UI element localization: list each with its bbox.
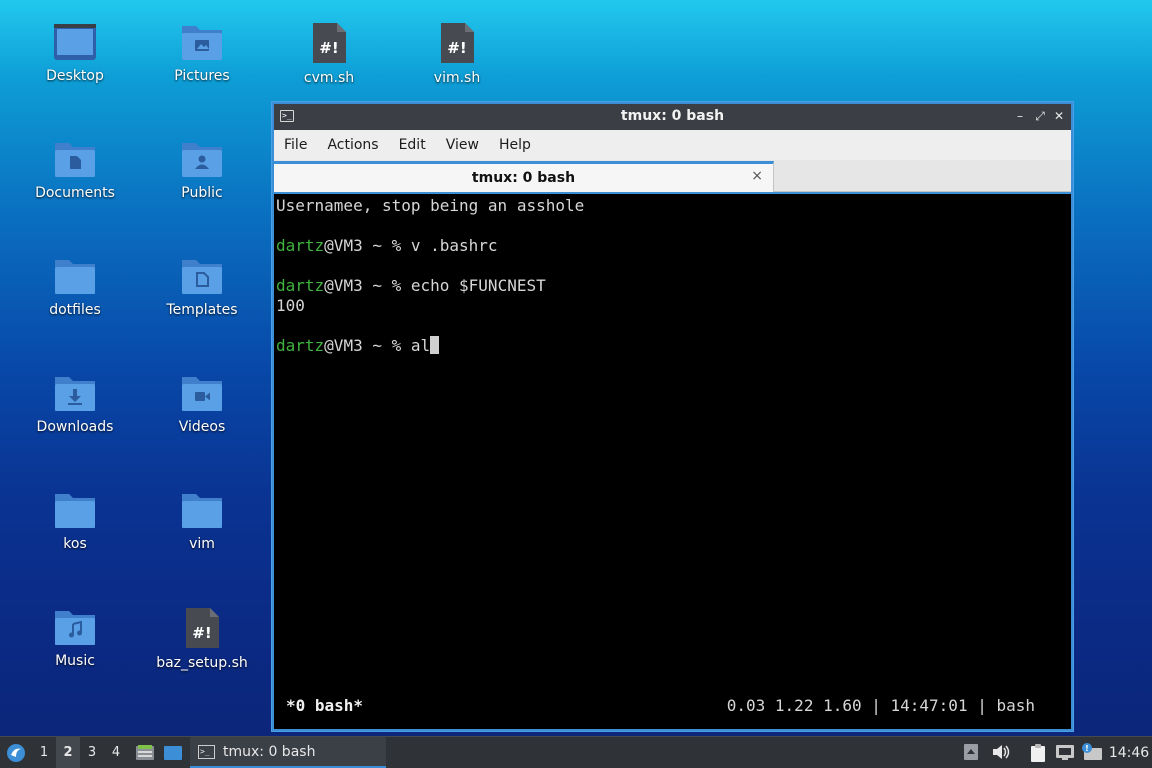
text-cursor — [430, 336, 440, 354]
taskbar: 1 2 3 4 >_ tmux: 0 bash ! 14:46 — [0, 736, 1152, 768]
terminal-line: dartz@VM3 ~ % v .bashrc — [276, 236, 498, 256]
desktop-icon-kos[interactable]: kos — [16, 490, 134, 552]
desktop-icon-vim-sh[interactable]: #! vim.sh — [398, 22, 516, 86]
script-file-icon: #! — [313, 23, 346, 63]
templates-folder-icon — [182, 260, 222, 294]
desktop-icon-public[interactable]: Public — [143, 139, 261, 201]
terminal-text: Usernamee, stop being an asshole — [276, 196, 585, 215]
network-icon[interactable] — [1055, 743, 1075, 761]
tmux-status-left: *0 bash* — [286, 696, 364, 715]
desktop-icon-pictures[interactable]: Pictures — [143, 22, 261, 84]
desktop-icon-label: vim.sh — [433, 70, 481, 86]
desktop-icon-desktop[interactable]: Desktop — [16, 22, 134, 84]
desktop-icon-label: Pictures — [174, 68, 230, 84]
workspace-4[interactable]: 4 — [104, 737, 128, 768]
clock[interactable]: 14:46 — [1108, 737, 1150, 768]
desktop-icon-downloads[interactable]: Downloads — [16, 373, 134, 435]
maximize-button[interactable]: ⤢ — [1031, 107, 1049, 125]
show-desktop-icon — [164, 745, 182, 760]
pictures-folder-icon — [182, 26, 222, 60]
prompt-command: @VM3 ~ % v .bashrc — [324, 236, 498, 255]
volume-icon[interactable] — [991, 743, 1011, 761]
tab-tmux-bash[interactable]: tmux: 0 bash × — [274, 161, 774, 192]
lxqt-logo-icon — [7, 743, 25, 762]
prompt-command: @VM3 ~ % echo $FUNCNEST — [324, 276, 546, 295]
show-desktop-button[interactable] — [162, 737, 184, 768]
tab-close-icon[interactable]: × — [751, 168, 763, 184]
svg-text:#!: #! — [192, 624, 211, 642]
tab-bar: tmux: 0 bash × — [274, 160, 1071, 192]
desktop-icon-label: Public — [181, 185, 223, 201]
terminal-output[interactable]: Usernamee, stop being an asshole dartz@V… — [274, 194, 1071, 729]
clipboard-icon[interactable] — [1029, 743, 1047, 763]
terminal-line: dartz@VM3 ~ % echo $FUNCNEST — [276, 276, 546, 296]
menu-bar: File Actions Edit View Help — [274, 130, 1071, 160]
task-label: tmux: 0 bash — [223, 743, 316, 760]
desktop-icon-dotfiles[interactable]: dotfiles — [16, 256, 134, 318]
downloads-folder-icon — [55, 377, 95, 411]
script-file-icon: #! — [186, 608, 219, 648]
title-bar[interactable]: >_ tmux: 0 bash – ⤢ ✕ — [274, 104, 1071, 130]
folder-icon — [55, 260, 95, 294]
svg-text:!: ! — [1085, 744, 1089, 753]
desktop-icon-label: Templates — [166, 302, 238, 318]
desktop-icon-label: Downloads — [36, 419, 114, 435]
file-manager-icon — [136, 744, 154, 760]
terminal-icon: >_ — [198, 744, 215, 759]
terminal-text: 100 — [276, 296, 305, 315]
notification-icon[interactable]: ! — [1081, 743, 1103, 761]
desktop-icon-label: Desktop — [46, 68, 104, 84]
svg-text:#!: #! — [319, 39, 338, 57]
taskbar-task-terminal[interactable]: >_ tmux: 0 bash — [190, 737, 386, 768]
minimize-button[interactable]: – — [1011, 107, 1029, 125]
menu-help[interactable]: Help — [489, 137, 541, 153]
desktop-icon-label: cvm.sh — [303, 70, 355, 86]
prompt-user: dartz — [276, 276, 325, 295]
menu-file[interactable]: File — [274, 137, 317, 153]
folder-icon — [182, 494, 222, 528]
desktop-icon-templates[interactable]: Templates — [143, 256, 261, 318]
terminal-window[interactable]: >_ tmux: 0 bash – ⤢ ✕ File Actions Edit … — [271, 101, 1074, 732]
prompt-command: @VM3 ~ % al — [324, 336, 431, 355]
desktop-icon-cvm-sh[interactable]: #! cvm.sh — [270, 22, 388, 86]
public-folder-icon — [182, 143, 222, 177]
videos-folder-icon — [182, 377, 222, 411]
documents-folder-icon — [55, 143, 95, 177]
tab-label: tmux: 0 bash — [471, 170, 576, 186]
prompt-user: dartz — [276, 336, 325, 355]
music-folder-icon — [55, 611, 95, 645]
menu-actions[interactable]: Actions — [317, 137, 388, 153]
start-menu-button[interactable] — [4, 737, 28, 768]
menu-edit[interactable]: Edit — [389, 137, 436, 153]
folder-icon — [55, 494, 95, 528]
desktop-icon-baz-setup-sh[interactable]: #! baz_setup.sh — [143, 607, 261, 671]
desktop-icon-label: kos — [63, 536, 87, 552]
workspace-2[interactable]: 2 — [56, 737, 80, 768]
workspace-1[interactable]: 1 — [32, 737, 56, 768]
svg-text:#!: #! — [447, 39, 466, 57]
desktop-icon-label: baz_setup.sh — [156, 655, 248, 671]
desktop-icon-label: dotfiles — [49, 302, 101, 318]
terminal-line: dartz@VM3 ~ % al — [276, 336, 440, 356]
tmux-status-right: 0.03 1.22 1.60 | 14:47:01 | bash — [726, 696, 1035, 715]
prompt-user: dartz — [276, 236, 325, 255]
desktop-icon-label: Music — [55, 653, 95, 669]
file-manager-launcher[interactable] — [134, 737, 156, 768]
desktop-icon-documents[interactable]: Documents — [16, 139, 134, 201]
desktop-icon-videos[interactable]: Videos — [143, 373, 261, 435]
menu-view[interactable]: View — [436, 137, 489, 153]
desktop-icon-label: Documents — [35, 185, 115, 201]
terminal-line: 100 — [276, 296, 305, 316]
script-file-icon: #! — [441, 23, 474, 63]
terminal-line: Usernamee, stop being an asshole — [276, 196, 584, 216]
desktop-icon-vim[interactable]: vim — [143, 490, 261, 552]
window-title: tmux: 0 bash — [620, 108, 725, 124]
desktop-icon-music[interactable]: Music — [16, 607, 134, 669]
desktop-folder-icon — [54, 24, 96, 60]
desktop-icon-label: vim — [189, 536, 215, 552]
tray-arrow-icon[interactable] — [963, 743, 979, 761]
close-button[interactable]: ✕ — [1050, 107, 1068, 125]
desktop-icon-label: Videos — [178, 419, 226, 435]
workspace-3[interactable]: 3 — [80, 737, 104, 768]
